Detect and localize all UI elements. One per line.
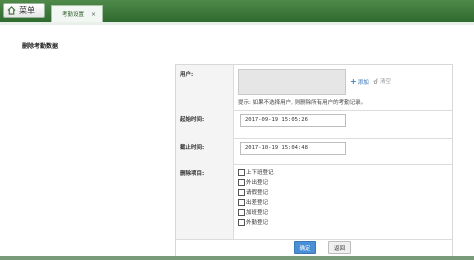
add-label: 添加 xyxy=(357,79,369,86)
item-label: 请假登记 xyxy=(246,190,269,196)
checkbox[interactable] xyxy=(238,208,245,216)
checkbox[interactable] xyxy=(238,198,245,206)
item-label: 上下班登记 xyxy=(246,170,274,176)
clear-label: 清空 xyxy=(380,79,392,85)
bottom-bar xyxy=(0,256,474,260)
items-row: 删除项目: 上下班登记 外出登记 请假登记 出差登记 加班登记 外勤登记 xyxy=(176,164,452,240)
item-checkbox-list: 上下班登记 外出登记 请假登记 出差登记 加班登记 外勤登记 xyxy=(238,167,274,227)
item-checkbox[interactable]: 外勤登记 xyxy=(238,217,274,227)
user-row: 用户: + 添加 清空 提示: 如果不选择用户, 则删除所有用户的考勤记录。 xyxy=(176,65,452,111)
add-user-link[interactable]: + 添加 xyxy=(350,77,369,86)
broom-icon xyxy=(373,78,378,84)
item-label: 外出登记 xyxy=(246,180,269,186)
tab-title: 考勤设置 xyxy=(62,12,85,18)
checkbox[interactable] xyxy=(238,168,245,176)
home-icon xyxy=(7,6,16,15)
menu-label: 菜单 xyxy=(19,6,35,15)
start-time-input[interactable]: 2017-09-19 15:05:26 xyxy=(240,114,346,127)
user-hint: 提示: 如果不选择用户, 则删除所有用户的考勤记录。 xyxy=(238,100,367,106)
item-label: 出差登记 xyxy=(246,200,269,206)
clear-user-link[interactable]: 清空 xyxy=(373,77,391,85)
start-time-row: 起始时间: 2017-09-19 15:05:26 xyxy=(176,110,452,139)
menu-button[interactable]: 菜单 xyxy=(3,3,45,18)
item-checkbox[interactable]: 请假登记 xyxy=(238,187,274,197)
checkbox[interactable] xyxy=(238,218,245,226)
page-title: 删除考勤数据 xyxy=(22,43,59,50)
start-label-cell: 起始时间: xyxy=(176,110,234,138)
end-time-input[interactable]: 2017-10-19 15:04:48 xyxy=(240,142,346,155)
item-checkbox[interactable]: 出差登记 xyxy=(238,197,274,207)
items-label-cell: 删除项目: xyxy=(176,164,234,239)
item-label: 加班登记 xyxy=(246,210,269,216)
user-label: 用户: xyxy=(180,72,194,78)
user-label-cell: 用户: xyxy=(176,65,234,110)
top-bar: 菜单 考勤设置 × xyxy=(0,0,474,22)
tab-close-icon[interactable]: × xyxy=(91,11,96,18)
user-select-box[interactable] xyxy=(238,69,346,95)
end-time-row: 截止时间: 2017-10-19 15:04:48 xyxy=(176,138,452,165)
confirm-button[interactable]: 确定 xyxy=(294,241,316,254)
end-time-label: 截止时间: xyxy=(180,145,205,151)
item-checkbox[interactable]: 加班登记 xyxy=(238,207,274,217)
items-label: 删除项目: xyxy=(180,171,205,177)
item-label: 外勤登记 xyxy=(246,220,269,226)
tab-attendance-settings[interactable]: 考勤设置 × xyxy=(51,5,103,22)
checkbox[interactable] xyxy=(238,178,245,186)
start-time-label: 起始时间: xyxy=(180,117,205,123)
checkbox[interactable] xyxy=(238,188,245,196)
delete-form: 用户: + 添加 清空 提示: 如果不选择用户, 则删除所有用户的考勤记录。 起… xyxy=(175,64,453,260)
tab-strip xyxy=(0,22,474,25)
item-checkbox[interactable]: 外出登记 xyxy=(238,177,274,187)
end-label-cell: 截止时间: xyxy=(176,138,234,164)
back-button[interactable]: 返回 xyxy=(328,241,351,254)
plus-icon: + xyxy=(350,77,357,86)
item-checkbox[interactable]: 上下班登记 xyxy=(238,167,274,177)
